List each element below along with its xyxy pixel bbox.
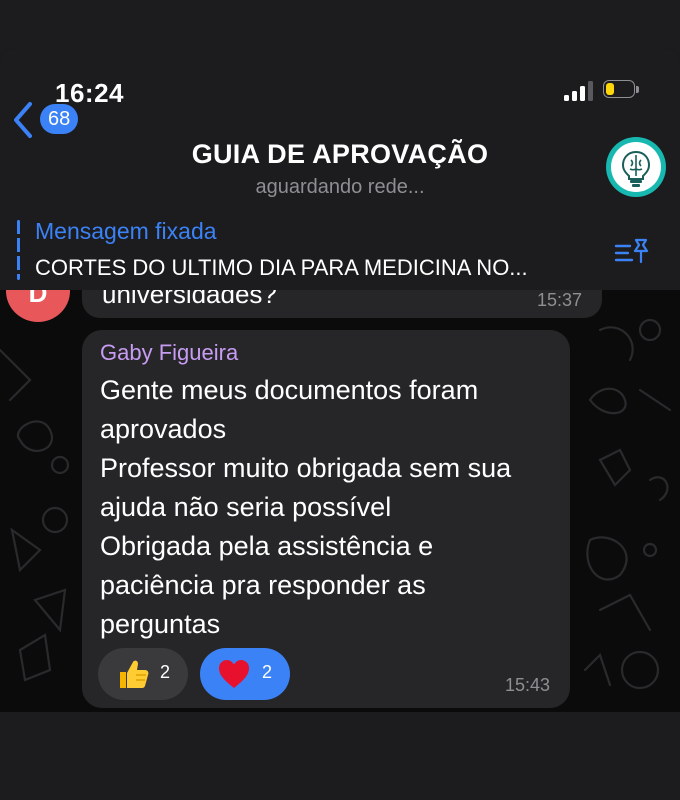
sender-name[interactable]: Gaby Figueira: [100, 340, 238, 366]
chat-area[interactable]: D universidades? 15:37 Gaby Figueira Gen…: [0, 290, 680, 712]
top-band: [0, 0, 680, 48]
previous-message-text: universidades?: [102, 290, 277, 309]
lightbulb-brain-icon: [621, 150, 651, 187]
message-line: ajuda não seria possível: [100, 492, 392, 522]
group-avatar[interactable]: [606, 137, 666, 197]
message-line: paciência pra responder as: [100, 570, 426, 600]
pinned-indicator: [17, 220, 20, 280]
back-button[interactable]: 68: [10, 100, 100, 140]
chat-status: aguardando rede...: [255, 176, 425, 198]
reaction-count: 2: [160, 662, 171, 682]
pinned-list-icon[interactable]: [612, 236, 652, 268]
reaction-thumbs-up[interactable]: 2: [98, 648, 188, 700]
message-line: Obrigada pela assistência e: [100, 531, 434, 561]
previous-message-time: 15:37: [536, 290, 582, 310]
message-line: aprovados: [100, 414, 227, 444]
message-line: Professor muito obrigada sem sua: [100, 453, 512, 483]
phone-screen: 16:24 68 GUIA DE APROVAÇÃO aguardando re…: [0, 48, 680, 712]
pinned-label: Mensagem fixada: [35, 218, 217, 244]
chat-title[interactable]: GUIA DE APROVAÇÃO: [0, 139, 680, 170]
signal-icon: [564, 81, 594, 101]
battery-icon: [603, 80, 641, 100]
reaction-count: 2: [262, 662, 273, 682]
message-line: perguntas: [100, 609, 221, 639]
status-bar: 16:24: [0, 48, 680, 120]
previous-message-bubble[interactable]: universidades? 15:37: [82, 290, 602, 318]
message-time: 15:43: [504, 675, 550, 695]
message-bubble[interactable]: Gaby Figueira Gente meus documentos fora…: [82, 330, 570, 708]
thumbs-up-icon: [120, 660, 149, 688]
bottom-band: [0, 712, 680, 800]
red-heart-icon: [219, 660, 249, 688]
reaction-heart[interactable]: 2: [200, 648, 290, 700]
pinned-message-bar[interactable]: Mensagem fixada CORTES DO ULTIMO DIA PAR…: [0, 208, 680, 290]
chevron-left-icon: [14, 102, 32, 138]
pinned-text: CORTES DO ULTIMO DIA PARA MEDICINA NO...: [35, 255, 528, 280]
message-line: Gente meus documentos foram: [100, 375, 479, 405]
unread-count-badge: 68: [40, 104, 79, 134]
